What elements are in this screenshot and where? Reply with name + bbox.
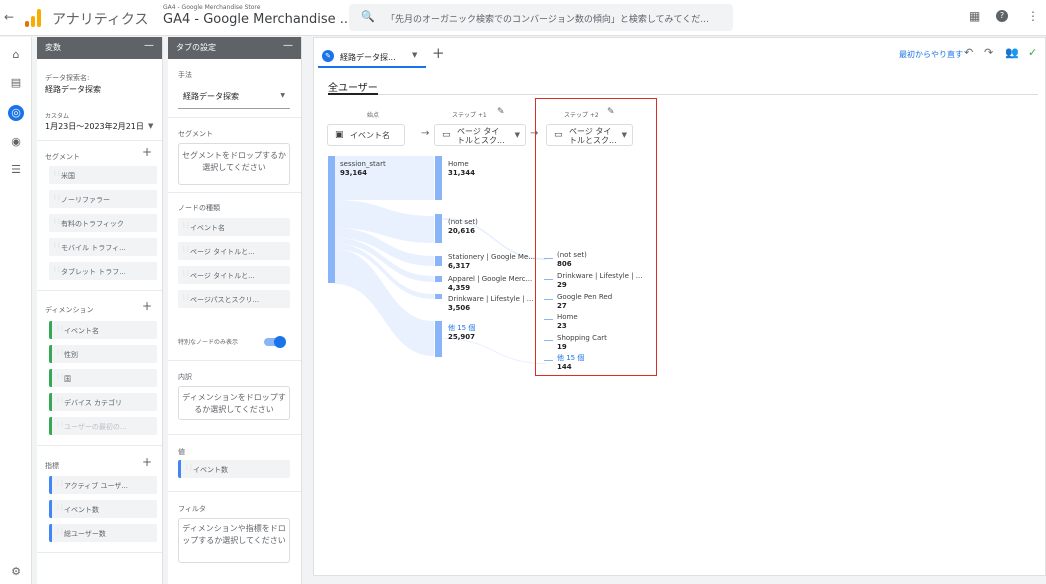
advertising-icon[interactable]: ◉: [8, 134, 24, 150]
explore-icon[interactable]: ◎: [8, 105, 24, 121]
dimension-chip[interactable]: ユーザーの最初の...: [49, 417, 157, 435]
technique-select[interactable]: 経路データ探索 ▼: [178, 85, 290, 109]
left-navigation: ⌂ ▤ ◎ ◉ ☰ ⚙: [0, 37, 32, 584]
property-selector[interactable]: GA4 - Google Merchandise ...: [163, 12, 352, 27]
segment-drop-zone[interactable]: セグメントをドロップするか選択してください: [178, 143, 290, 185]
add-metric-icon[interactable]: +: [142, 455, 152, 469]
metric-chip[interactable]: 総ユーザー数: [49, 524, 157, 542]
minimize-icon[interactable]: —: [283, 40, 293, 51]
home-icon[interactable]: ⌂: [8, 47, 24, 63]
add-dimension-icon[interactable]: +: [142, 299, 152, 313]
variables-title: 変数: [45, 43, 61, 52]
step1-node-bar[interactable]: [435, 256, 442, 266]
exploration-name[interactable]: 経路データ探索: [45, 84, 101, 95]
start-node-value: 93,164: [340, 169, 368, 177]
tab-settings-title: タブの設定: [176, 43, 216, 52]
start-node-bar[interactable]: [328, 156, 335, 283]
dimension-chip[interactable]: 性別: [49, 345, 157, 363]
technique-label: 手法: [178, 71, 192, 79]
metrics-label: 指標: [45, 462, 59, 470]
step1-node-bar[interactable]: [435, 276, 442, 282]
node-type-label: ノードの種類: [178, 204, 220, 212]
step1-node-bar[interactable]: [435, 294, 442, 299]
more-vert-icon[interactable]: ⋮: [1027, 9, 1039, 23]
segment-chip[interactable]: モバイル トラフィ...: [49, 238, 157, 256]
chevron-down-icon: ▼: [280, 92, 285, 99]
node-type-chip[interactable]: ページパスとスクリ...: [178, 290, 290, 308]
node-type-chip[interactable]: イベント名: [178, 218, 290, 236]
app-name: アナリティクス: [52, 12, 149, 28]
help-icon[interactable]: ?: [996, 10, 1008, 22]
search-bar[interactable]: 🔍 「先月のオーガニック検索でのコンバージョン数の傾向」と検索してみてくだ...: [349, 4, 733, 31]
step1-node-value: 6,317: [448, 262, 471, 270]
segment-chip[interactable]: ノーリファラー: [49, 190, 157, 208]
dimension-chip[interactable]: イベント名: [49, 321, 157, 339]
node-type-chip[interactable]: ページ タイトルと...: [178, 242, 290, 260]
unique-nodes-toggle[interactable]: [264, 336, 286, 348]
step1-node-label: Home: [448, 160, 469, 168]
minimize-icon[interactable]: —: [144, 40, 154, 51]
search-icon: 🔍: [361, 10, 375, 23]
metric-chip[interactable]: イベント数: [49, 500, 157, 518]
variables-header: 変数 —: [37, 37, 162, 59]
step1-node-label: (not set): [448, 218, 478, 226]
technique-value: 経路データ探索: [183, 92, 239, 101]
date-label: カスタム: [45, 113, 70, 120]
configure-icon[interactable]: ☰: [8, 162, 24, 178]
reports-icon[interactable]: ▤: [8, 75, 24, 91]
search-placeholder: 「先月のオーガニック検索でのコンバージョン数の傾向」と検索してみてくだ...: [386, 15, 709, 25]
step1-more-link[interactable]: 他 15 個: [448, 324, 475, 332]
node-type-chip[interactable]: ページ タイトルと...: [178, 266, 290, 284]
flow-ribbons: [335, 156, 546, 364]
step1-node-value: 31,344: [448, 169, 476, 177]
value-metric-chip[interactable]: イベント数: [178, 460, 290, 478]
step1-node-label: Apparel | Google Merc...: [448, 275, 533, 283]
segment-label: セグメント: [178, 130, 213, 138]
tab-settings-header: タブの設定 —: [168, 37, 301, 59]
segment-chip[interactable]: 有料のトラフィック: [49, 214, 157, 232]
top-app-bar: ← アナリティクス GA4 - Google Merchandise Store…: [0, 0, 1046, 36]
step1-node-value: 4,359: [448, 284, 471, 292]
values-label: 値: [178, 448, 185, 456]
step1-node-value: 25,907: [448, 333, 476, 341]
start-node-label: session_start: [340, 160, 386, 168]
segment-chip[interactable]: タブレット トラフ...: [49, 262, 157, 280]
filter-label: フィルタ: [178, 505, 206, 513]
apps-grid-icon[interactable]: ▦: [969, 9, 980, 23]
property-account-label[interactable]: GA4 - Google Merchandise Store: [163, 4, 260, 11]
step2-highlight-box: [535, 98, 657, 376]
analytics-logo-icon: [25, 9, 41, 27]
arrow-left-icon[interactable]: ←: [4, 10, 14, 24]
metric-chip[interactable]: アクティブ ユーザ...: [49, 476, 157, 494]
settings-icon[interactable]: ⚙: [8, 564, 24, 580]
segment-chip[interactable]: 米国: [49, 166, 157, 184]
dimension-chip[interactable]: デバイス カテゴリ: [49, 393, 157, 411]
step1-node-label: Drinkware | Lifestyle | ...: [448, 295, 534, 303]
breakdown-label: 内訳: [178, 373, 192, 381]
unique-nodes-label: 特別なノードのみ表示: [178, 339, 239, 346]
step1-node-bar[interactable]: [435, 214, 442, 243]
exploration-canvas: ✎ 経路データ探... ▼ + 最初からやり直す ↶ ↷ 👥 ✓ 全ユーザー 始…: [313, 37, 1046, 576]
date-range[interactable]: 1月23日～2023年2月21日: [45, 121, 144, 132]
dimensions-label: ディメンション: [45, 306, 94, 314]
step1-node-bar[interactable]: [435, 156, 442, 200]
step1-node-label: Stationery | Google Me...: [448, 253, 535, 261]
add-segment-icon[interactable]: +: [142, 145, 152, 159]
segments-label: セグメント: [45, 153, 80, 161]
dimension-chip[interactable]: 国: [49, 369, 157, 387]
step1-node-value: 20,616: [448, 227, 476, 235]
chevron-down-icon[interactable]: ▼: [148, 122, 153, 130]
breakdown-drop-zone[interactable]: ディメンションをドロップするか選択してください: [178, 386, 290, 420]
tab-settings-panel: タブの設定 — 手法 経路データ探索 ▼ セグメント セグメントをドロップするか…: [168, 37, 302, 584]
step1-node-value: 3,506: [448, 304, 471, 312]
variables-panel: 変数 — データ探索名: 経路データ探索 カスタム 1月23日～2023年2月2…: [37, 37, 163, 584]
filter-drop-zone[interactable]: ディメンションや指標をドロップするか選択してください: [178, 518, 290, 563]
exploration-name-label: データ探索名:: [45, 74, 90, 82]
step1-node-bar[interactable]: [435, 321, 442, 357]
